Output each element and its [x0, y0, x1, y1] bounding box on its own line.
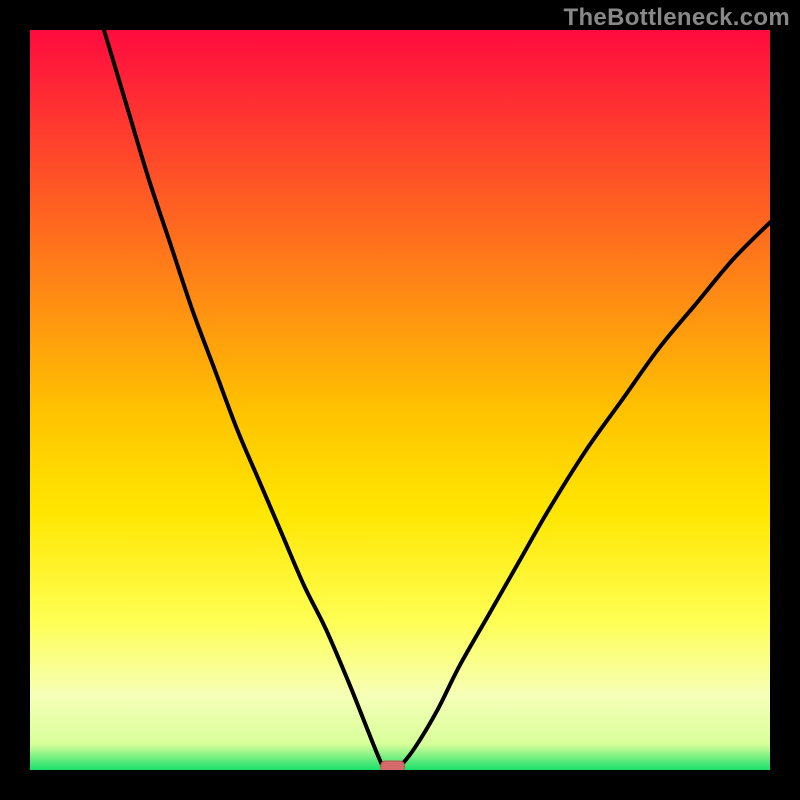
bottleneck-chart: [30, 30, 770, 770]
watermark-text: TheBottleneck.com: [564, 4, 790, 32]
chart-frame: TheBottleneck.com: [0, 0, 800, 800]
optimal-marker: [381, 761, 405, 770]
gradient-background: [30, 30, 770, 770]
plot-area: [30, 30, 770, 770]
